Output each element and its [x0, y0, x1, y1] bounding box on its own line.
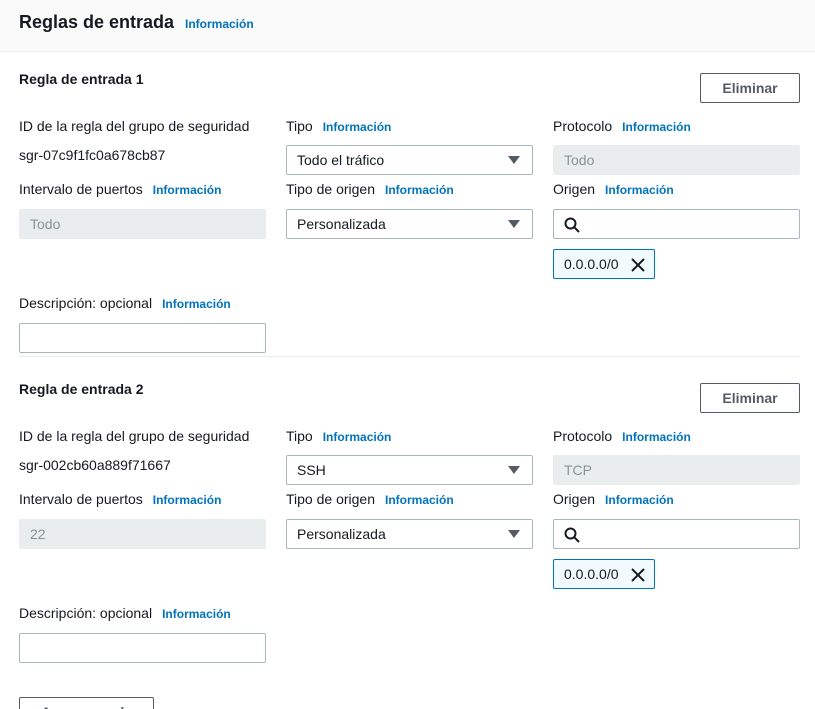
source-type-label-text: Tipo de origen — [286, 181, 375, 197]
inbound-rule-1: Regla de entrada 1 Eliminar ID de la reg… — [0, 63, 815, 373]
port-range-label-text: Intervalo de puertos — [19, 491, 143, 507]
source-type-select[interactable]: Personalizada — [286, 519, 533, 549]
type-select[interactable]: Todo el tráfico — [286, 145, 533, 175]
type-info-link[interactable]: Información — [323, 430, 392, 444]
source-token: 0.0.0.0/0 — [553, 559, 655, 589]
description-info-link[interactable]: Información — [162, 607, 231, 621]
type-select-value: SSH — [297, 462, 326, 478]
close-icon[interactable] — [630, 567, 646, 583]
delete-rule-button[interactable]: Eliminar — [700, 73, 800, 103]
search-icon — [564, 217, 580, 233]
rule-id-label-text: ID de la regla del grupo de seguridad — [19, 118, 250, 134]
protocol-field: Todo — [553, 145, 800, 175]
description-input[interactable] — [19, 323, 266, 353]
rule-id-value: sgr-07c9f1fc0a678cb87 — [19, 147, 166, 163]
type-info-link[interactable]: Información — [323, 120, 392, 134]
add-rule-button[interactable]: Agregar regla — [19, 697, 154, 709]
port-range-label: Intervalo de puertos Información — [19, 491, 221, 507]
source-token: 0.0.0.0/0 — [553, 249, 655, 279]
protocol-info-link[interactable]: Información — [622, 430, 691, 444]
source-type-select-value: Personalizada — [297, 216, 386, 232]
source-type-label: Tipo de origen Información — [286, 181, 454, 197]
source-type-label-text: Tipo de origen — [286, 491, 375, 507]
description-label: Descripción: opcional Información — [19, 295, 231, 311]
delete-rule-button[interactable]: Eliminar — [700, 383, 800, 413]
caret-down-icon — [508, 156, 520, 164]
port-range-label: Intervalo de puertos Información — [19, 181, 221, 197]
type-label: Tipo Información — [286, 118, 391, 134]
search-icon — [564, 527, 580, 543]
description-label-text: Descripción: opcional — [19, 605, 153, 621]
port-range-field: 22 — [19, 519, 266, 549]
section-title: Reglas de entrada — [19, 12, 175, 32]
rule-title: Regla de entrada 1 — [19, 71, 144, 87]
rule-id-label-text: ID de la regla del grupo de seguridad — [19, 428, 250, 444]
description-label-text: Descripción: opcional — [19, 295, 153, 311]
source-label: Origen Información — [553, 181, 674, 197]
rule-title: Regla de entrada 2 — [19, 381, 144, 397]
source-type-info-link[interactable]: Información — [385, 183, 454, 197]
source-type-label: Tipo de origen Información — [286, 491, 454, 507]
rule-id-label: ID de la regla del grupo de seguridad — [19, 118, 249, 134]
port-range-label-text: Intervalo de puertos — [19, 181, 143, 197]
type-label-text: Tipo — [286, 428, 313, 444]
section-header: Reglas de entrada Información — [0, 0, 815, 52]
caret-down-icon — [508, 220, 520, 228]
description-info-link[interactable]: Información — [162, 297, 231, 311]
source-type-select-value: Personalizada — [297, 526, 386, 542]
description-input[interactable] — [19, 633, 266, 663]
protocol-label-text: Protocolo — [553, 118, 613, 134]
source-type-select[interactable]: Personalizada — [286, 209, 533, 239]
description-label: Descripción: opcional Información — [19, 605, 231, 621]
section-info-link[interactable]: Información — [185, 17, 254, 31]
type-label-text: Tipo — [286, 118, 313, 134]
rule-divider — [19, 356, 800, 357]
source-label-text: Origen — [553, 181, 596, 197]
rule-id-value: sgr-002cb60a889f71667 — [19, 457, 171, 473]
source-label-text: Origen — [553, 491, 596, 507]
protocol-label-text: Protocolo — [553, 428, 613, 444]
source-type-info-link[interactable]: Información — [385, 493, 454, 507]
source-search-input[interactable] — [553, 519, 800, 549]
port-range-field: Todo — [19, 209, 266, 239]
type-select-value: Todo el tráfico — [297, 152, 385, 168]
protocol-label: Protocolo Información — [553, 118, 691, 134]
type-select[interactable]: SSH — [286, 455, 533, 485]
source-info-link[interactable]: Información — [605, 493, 674, 507]
protocol-field: TCP — [553, 455, 800, 485]
type-label: Tipo Información — [286, 428, 391, 444]
close-icon[interactable] — [630, 257, 646, 273]
source-label: Origen Información — [553, 491, 674, 507]
protocol-label: Protocolo Información — [553, 428, 691, 444]
protocol-info-link[interactable]: Información — [622, 120, 691, 134]
rule-id-label: ID de la regla del grupo de seguridad — [19, 428, 249, 444]
source-token-value: 0.0.0.0/0 — [564, 566, 619, 582]
caret-down-icon — [508, 530, 520, 538]
source-token-value: 0.0.0.0/0 — [564, 256, 619, 272]
caret-down-icon — [508, 466, 520, 474]
source-search-input[interactable] — [553, 209, 800, 239]
port-range-info-link[interactable]: Información — [153, 183, 222, 197]
source-info-link[interactable]: Información — [605, 183, 674, 197]
port-range-info-link[interactable]: Información — [153, 493, 222, 507]
inbound-rule-2: Regla de entrada 2 Eliminar ID de la reg… — [0, 373, 815, 683]
